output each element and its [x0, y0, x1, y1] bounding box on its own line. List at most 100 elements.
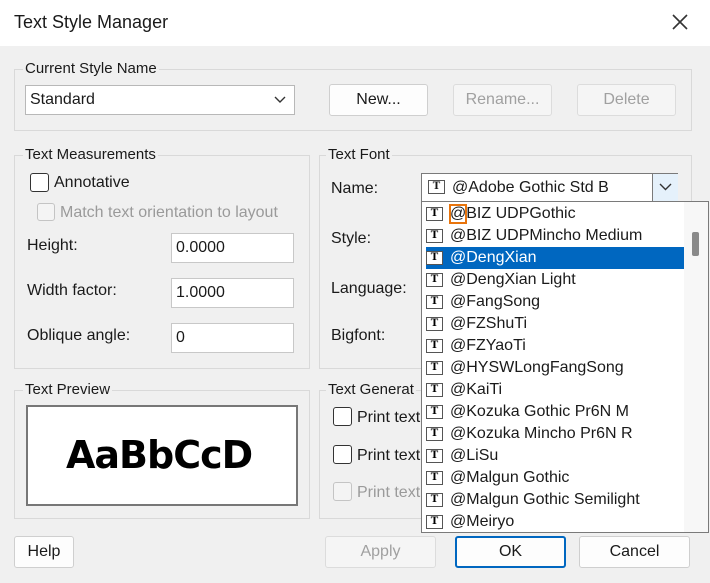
- font-list-item-label: @FangSong: [450, 293, 541, 310]
- tt-font-icon: T: [426, 405, 443, 419]
- preview-box: AaBbCcD: [26, 405, 298, 506]
- tt-font-icon: T: [426, 229, 443, 243]
- font-list-item[interactable]: T @LiSu: [426, 445, 684, 467]
- print-text-checkbox-2[interactable]: [333, 445, 352, 464]
- font-list-item-label: @FZYaoTi: [450, 337, 526, 354]
- measurements-legend: Text Measurements: [23, 146, 158, 163]
- text-font-legend-text: Text Font: [328, 146, 390, 163]
- font-list-item[interactable]: T @Malgun Gothic Semilight: [426, 489, 684, 511]
- font-dropdown-button[interactable]: [652, 174, 678, 201]
- font-list-item-label: @DengXian Light: [450, 271, 576, 288]
- font-list-item-label: @BIZ UDPMincho Medium: [450, 227, 643, 244]
- apply-button[interactable]: Apply: [325, 536, 436, 568]
- font-list-item-label: @KaiTi: [450, 381, 503, 398]
- height-label: Height:: [27, 237, 78, 254]
- tt-font-icon: T: [426, 515, 443, 529]
- print-text-checkbox-1[interactable]: [333, 407, 352, 426]
- tt-font-icon: T: [426, 251, 443, 265]
- font-name-combo[interactable]: T @Adobe Gothic Std B: [421, 173, 678, 202]
- font-list-item-label: @BIZ UDPGothic: [450, 205, 576, 222]
- new-button[interactable]: New...: [329, 84, 428, 116]
- font-list-item[interactable]: T @Meiryo: [426, 511, 684, 532]
- font-list-item-label: @HYSWLongFangSong: [450, 359, 624, 376]
- tt-font-icon: T: [426, 339, 443, 353]
- print-text-label-1: Print text: [357, 409, 421, 426]
- cancel-button-label: Cancel: [609, 543, 660, 560]
- new-button-label: New...: [356, 91, 401, 108]
- font-dropdown-list[interactable]: T @BIZ UDPGothic T @BIZ UDPMincho Medium T @D…: [421, 201, 709, 533]
- match-orientation-label: Match text orientation to layout: [60, 204, 278, 221]
- font-list-item[interactable]: T @KaiTi: [426, 379, 684, 401]
- tt-font-icon: T: [426, 207, 443, 221]
- tt-font-icon: T: [426, 383, 443, 397]
- font-list-item[interactable]: T @BIZ UDPMincho Medium: [426, 225, 684, 247]
- text-generation-legend: Text Generat: [326, 381, 416, 398]
- height-input[interactable]: 0.0000: [171, 233, 294, 263]
- match-orientation-checkbox[interactable]: [37, 203, 55, 221]
- current-style-legend-text: Current Style Name: [25, 60, 157, 77]
- tt-font-icon: T: [426, 317, 443, 331]
- print-text-checkbox-3[interactable]: [333, 482, 352, 501]
- help-button[interactable]: Help: [14, 536, 74, 568]
- current-style-legend: Current Style Name: [23, 60, 159, 77]
- tt-font-icon: T: [426, 361, 443, 375]
- oblique-angle-label: Oblique angle:: [27, 327, 131, 344]
- window-title: Text Style Manager: [14, 12, 169, 32]
- width-factor-label: Width factor:: [27, 282, 117, 299]
- help-button-label: Help: [27, 543, 61, 560]
- text-font-legend: Text Font: [326, 146, 392, 163]
- chevron-down-icon: [274, 96, 286, 103]
- close-icon[interactable]: [668, 10, 692, 34]
- font-name-value: @Adobe Gothic Std B: [452, 179, 609, 196]
- delete-button[interactable]: Delete: [577, 84, 676, 116]
- font-list-item-label: @Malgun Gothic Semilight: [450, 491, 640, 508]
- font-list-item[interactable]: T @BIZ UDPGothic: [426, 203, 684, 225]
- font-list-item[interactable]: T @Malgun Gothic: [426, 467, 684, 489]
- cancel-button[interactable]: Cancel: [579, 536, 690, 568]
- preview-sample-text: AaBbCcD: [66, 433, 253, 477]
- tt-font-icon: T: [426, 273, 443, 287]
- style-name-value: Standard: [30, 91, 95, 108]
- bigfont-label: Bigfont:: [331, 327, 386, 344]
- focus-highlight-box: [449, 204, 467, 224]
- annotative-checkbox[interactable]: [30, 173, 49, 192]
- style-name-combo[interactable]: Standard: [25, 85, 295, 115]
- tt-font-icon: T: [428, 180, 445, 194]
- font-list-item[interactable]: T @DengXian: [426, 247, 684, 269]
- ok-button-label: OK: [498, 543, 523, 560]
- ok-button[interactable]: OK: [455, 536, 566, 568]
- font-list-item[interactable]: T @Kozuka Mincho Pr6N R: [426, 423, 684, 445]
- font-list-item-label: @Kozuka Gothic Pr6N M: [450, 403, 629, 420]
- tt-font-icon: T: [426, 471, 443, 485]
- font-list-item-label: @FZShuTi: [450, 315, 527, 332]
- oblique-angle-input[interactable]: 0: [171, 323, 294, 353]
- font-list-item[interactable]: T @FZYaoTi: [426, 335, 684, 357]
- font-list-item[interactable]: T @DengXian Light: [426, 269, 684, 291]
- delete-button-label: Delete: [603, 91, 650, 108]
- tt-font-glyph: T: [432, 181, 441, 192]
- tt-font-icon: T: [426, 295, 443, 309]
- font-list-item[interactable]: T @FangSong: [426, 291, 684, 313]
- tt-font-icon: T: [426, 427, 443, 441]
- rename-button-label: Rename...: [465, 91, 540, 108]
- font-list-item[interactable]: T @FZShuTi: [426, 313, 684, 335]
- annotative-label: Annotative: [54, 174, 130, 191]
- apply-button-label: Apply: [360, 543, 401, 560]
- rename-button[interactable]: Rename...: [453, 84, 552, 116]
- font-list-item[interactable]: T @Kozuka Gothic Pr6N M: [426, 401, 684, 423]
- font-list-item-label: @Kozuka Mincho Pr6N R: [450, 425, 633, 442]
- font-list-item-label: @Meiryo: [450, 513, 515, 530]
- list-scrollbar[interactable]: [684, 202, 708, 532]
- tt-font-icon: T: [426, 493, 443, 507]
- width-factor-input[interactable]: 1.0000: [171, 278, 294, 308]
- language-label: Language:: [331, 280, 407, 297]
- text-preview-legend-text: Text Preview: [25, 381, 111, 398]
- font-list-item-label: @Malgun Gothic: [450, 469, 570, 486]
- font-list-item-label: @LiSu: [450, 447, 499, 464]
- font-style-label: Style:: [331, 230, 372, 247]
- print-text-label-2: Print text: [357, 447, 421, 464]
- font-list-item[interactable]: T @HYSWLongFangSong: [426, 357, 684, 379]
- scrollbar-thumb[interactable]: [692, 232, 699, 256]
- text-preview-legend: Text Preview: [23, 381, 113, 398]
- font-name-label: Name:: [331, 180, 379, 197]
